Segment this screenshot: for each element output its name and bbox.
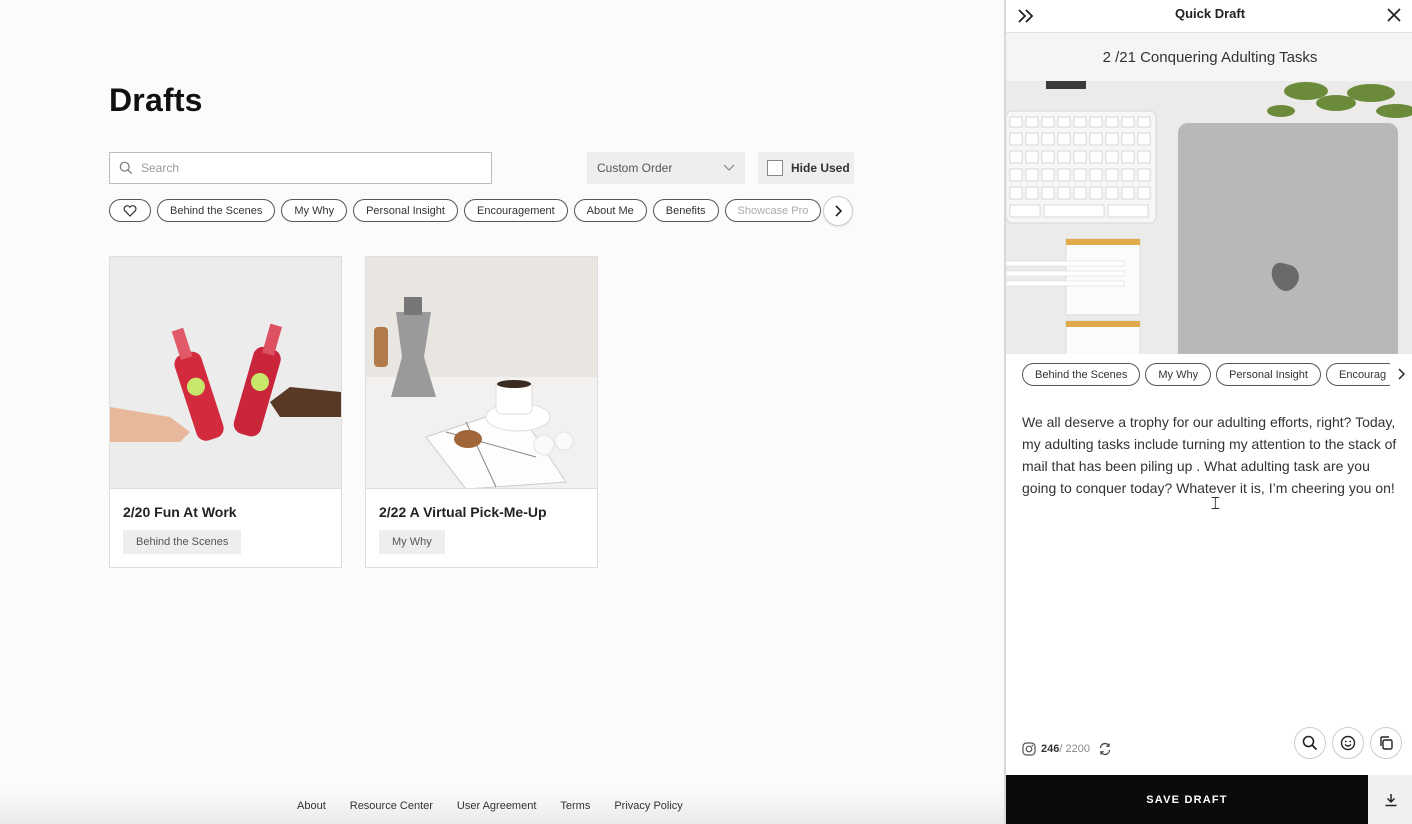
character-count: 246	[1041, 743, 1060, 755]
hide-used-label: Hide Used	[791, 161, 850, 175]
order-dropdown-label: Custom Order	[597, 161, 673, 175]
chevron-right-icon	[835, 205, 843, 217]
search-icon	[119, 161, 133, 175]
smiley-icon	[1340, 735, 1356, 751]
tag-chip[interactable]: About Me	[573, 199, 647, 222]
text-cursor-icon: 𝙸	[1209, 493, 1222, 513]
refresh-icon[interactable]	[1098, 742, 1112, 756]
emoji-button[interactable]	[1332, 727, 1364, 759]
draft-card[interactable]: 2/20 Fun At Work Behind the Scenes	[109, 256, 342, 568]
drafts-main: Drafts Custom Order Hide Used Behind the…	[0, 0, 1004, 824]
tag-chip[interactable]: Behind the Scenes	[157, 199, 276, 222]
draft-card-tag: My Why	[379, 530, 445, 554]
character-max: / 2200	[1059, 743, 1090, 755]
hide-used-toggle[interactable]: Hide Used	[758, 152, 854, 184]
search-field[interactable]	[109, 152, 492, 184]
panel-tag-chip[interactable]: Encourag	[1325, 363, 1392, 386]
tag-chip[interactable]: Personal Insight	[353, 199, 458, 222]
panel-tags-scroll-right-button[interactable]	[1390, 358, 1412, 390]
footer-links: About Resource Center User Agreement Ter…	[297, 800, 683, 812]
draft-card-image	[366, 257, 597, 489]
footer-link-terms[interactable]: Terms	[560, 800, 590, 812]
panel-tag-chip[interactable]: Behind the Scenes	[1022, 363, 1141, 386]
close-icon[interactable]	[1386, 7, 1402, 23]
footer-link-privacy-policy[interactable]: Privacy Policy	[614, 800, 682, 812]
draft-body-text[interactable]: We all deserve a trophy for our adulting…	[1022, 411, 1404, 499]
footer-link-resource-center[interactable]: Resource Center	[350, 800, 433, 812]
tag-chip[interactable]: Showcase Pro	[724, 199, 822, 222]
page-title: Drafts	[109, 82, 203, 118]
draft-card-title: 2/20 Fun At Work	[123, 504, 237, 520]
search-icon	[1302, 735, 1318, 751]
tag-chip[interactable]: Encouragement	[463, 199, 568, 222]
draft-image[interactable]	[1006, 81, 1412, 354]
quick-draft-panel: Quick Draft 2 /21 Conquering Adulting Ta…	[1004, 0, 1412, 824]
tag-filter-bar: Behind the Scenes My Why Personal Insigh…	[109, 199, 825, 223]
instagram-icon	[1022, 742, 1036, 756]
search-button[interactable]	[1294, 727, 1326, 759]
panel-tag-chip[interactable]: Personal Insight	[1216, 363, 1321, 386]
hide-used-checkbox[interactable]	[767, 160, 783, 176]
tag-chip[interactable]: My Why	[281, 199, 348, 222]
panel-tag-bar: Behind the Scenes My Why Personal Insigh…	[1022, 363, 1392, 387]
heart-icon	[123, 204, 137, 217]
character-counter: 246 / 2200	[1022, 742, 1112, 756]
tags-scroll-right-button[interactable]	[823, 196, 853, 226]
draft-card-image	[110, 257, 341, 489]
chevron-right-icon	[1398, 368, 1405, 380]
order-dropdown[interactable]: Custom Order	[587, 152, 745, 184]
search-input[interactable]	[141, 161, 471, 175]
draft-title[interactable]: 2 /21 Conquering Adulting Tasks	[1006, 33, 1412, 81]
draft-card[interactable]: 2/22 A Virtual Pick-Me-Up My Why	[365, 256, 598, 568]
download-icon	[1385, 793, 1397, 806]
panel-header: Quick Draft	[1006, 0, 1412, 33]
favorites-chip[interactable]	[109, 199, 151, 222]
panel-title: Quick Draft	[1174, 6, 1246, 21]
save-draft-button[interactable]: SAVE DRAFT	[1006, 775, 1368, 824]
draft-card-title: 2/22 A Virtual Pick-Me-Up	[379, 504, 547, 520]
copy-button[interactable]	[1370, 727, 1402, 759]
panel-tag-chip[interactable]: My Why	[1145, 363, 1212, 386]
chevron-down-icon	[723, 164, 735, 171]
download-button[interactable]	[1368, 775, 1412, 824]
footer-link-user-agreement[interactable]: User Agreement	[457, 800, 536, 812]
draft-card-tag: Behind the Scenes	[123, 530, 242, 554]
footer-link-about[interactable]: About	[297, 800, 326, 812]
copy-icon	[1380, 736, 1393, 750]
tag-chip[interactable]: Benefits	[652, 199, 719, 222]
